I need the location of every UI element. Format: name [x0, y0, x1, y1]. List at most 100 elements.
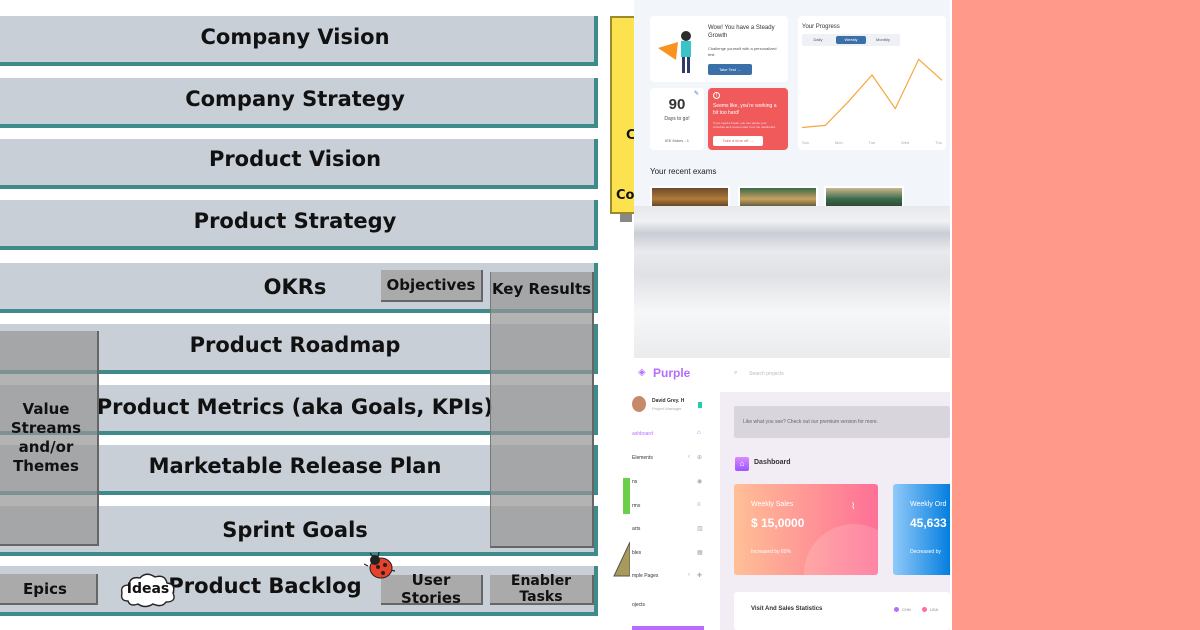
x-tick: Thu	[935, 140, 942, 145]
progress-card: Your Progress Daily Weekly Monthly Sun M…	[798, 16, 946, 150]
enabler-tasks-label: Enabler Tasks	[510, 573, 572, 605]
blurred-screenshot	[634, 206, 950, 358]
layer-label: Product Strategy	[193, 209, 397, 233]
stats-card: Visit And Sales Statistics CHN USA	[734, 592, 950, 630]
chart-line-icon: ⌇	[851, 501, 856, 511]
crosshair-icon: ⊕	[697, 455, 703, 461]
chart-x-axis: Sun Mon Tue Wed Thu	[802, 140, 942, 145]
stats-title: Visit And Sales Statistics	[751, 606, 823, 612]
weekly-orders-card: Weekly Ord 45,633 Decreased by	[893, 484, 950, 575]
sidebar-item-projects[interactable]: ojects	[632, 602, 645, 608]
progress-title: Your Progress	[802, 24, 840, 30]
weekly-sales-change: Increased by 60%	[751, 549, 792, 555]
growth-title: Wow! You have a Steady Growth	[708, 25, 775, 39]
user-role: Project Manager	[652, 406, 682, 411]
promo-text: Like what you see? Check out our premium…	[743, 419, 879, 425]
growth-text: Challenge yourself with a personalized t…	[708, 46, 777, 57]
table-icon: ▦	[697, 550, 703, 556]
page-title: Dashboard	[754, 459, 791, 466]
brand-logo[interactable]: Purple	[653, 366, 690, 380]
sidebar-button[interactable]	[632, 626, 704, 630]
user-stories-box: User Stories	[381, 571, 483, 607]
user-name: David Grey. H	[652, 398, 685, 404]
weekly-orders-value: 45,633	[910, 516, 947, 530]
key-results-label: Key Results	[491, 280, 592, 298]
weekly-sales-value: $ 15,0000	[751, 516, 805, 530]
sidebar-item-tables[interactable]: bles	[632, 550, 641, 556]
days-number: 90	[668, 96, 686, 113]
value-streams-label: Value Streams and/or Themes	[10, 399, 82, 475]
objectives-box: Objectives	[381, 270, 483, 302]
x-tick: Wed	[901, 140, 910, 145]
search-input[interactable]: Search projects	[749, 371, 784, 377]
alert-title: Seems like, you're working a bit too har…	[713, 103, 777, 116]
weekly-sales-card: Weekly Sales ⌇ $ 15,0000 Increased by 60…	[734, 484, 878, 575]
layer-label: Product Vision	[208, 147, 382, 171]
weekly-sales-label: Weekly Sales	[751, 501, 794, 508]
days-card: 90 Days to go! IEE Mains - 1 ✎	[650, 88, 704, 150]
medical-icon: ✚	[697, 573, 703, 579]
days-sub: IEE Mains - 1	[664, 138, 689, 143]
key-results-column: Key Results	[490, 272, 594, 548]
search-icon[interactable]: ⌕	[734, 370, 737, 377]
x-tick: Tue	[868, 140, 876, 145]
sidebar-item-charts[interactable]: arts	[632, 526, 640, 532]
sidebar-item-elements[interactable]: Elements	[632, 455, 653, 461]
admin-dashboard-screenshot: ◈ Purple ⌕ Search projects David Grey. H…	[630, 358, 950, 630]
exam-dashboard-screenshot: Wow! You have a Steady Growth Challenge …	[634, 0, 950, 210]
chart-icon: ▥	[697, 526, 703, 532]
epics-label: Epics	[23, 579, 67, 598]
objectives-label: Objectives	[386, 276, 476, 294]
legend-label: CHN	[902, 607, 911, 612]
ladybug-icon	[363, 551, 396, 580]
yellow-card-text: Co	[616, 188, 635, 203]
list-icon: ≡	[697, 502, 701, 508]
progress-tabs: Daily Weekly Monthly	[802, 34, 900, 46]
superhero-icon	[658, 31, 691, 73]
alert-icon: !	[713, 92, 720, 99]
legend-dot	[894, 607, 899, 612]
chevron-left-icon: ‹	[688, 454, 690, 460]
layer-label: Company Strategy	[185, 87, 405, 111]
alert-text: If you need a break, you can pause your …	[713, 121, 777, 129]
home-icon: ⌂	[697, 430, 701, 436]
time-off-button[interactable]: Take a time off →	[713, 136, 763, 146]
bookmark-icon	[698, 402, 702, 408]
brand-icon: ◈	[638, 367, 646, 378]
value-streams-column: Value Streams and/or Themes	[0, 331, 99, 546]
ideas-cloud: Ideas	[118, 571, 178, 609]
sidebar-item-icons[interactable]: ns	[632, 479, 637, 485]
enabler-tasks-box: Enabler Tasks	[490, 573, 594, 605]
tab-monthly[interactable]: Monthly	[868, 36, 898, 44]
chevron-left-icon: ‹	[688, 572, 690, 578]
ideas-label: Ideas	[126, 581, 170, 597]
progress-line-chart	[802, 58, 942, 129]
tab-weekly[interactable]: Weekly	[836, 36, 866, 44]
salmon-background	[952, 0, 1200, 630]
weekly-orders-label: Weekly Ord	[910, 501, 947, 508]
days-label: Days to go!	[664, 116, 690, 122]
sidebar-item-forms[interactable]: rms	[632, 503, 640, 509]
recent-exams-title: Your recent exams	[650, 167, 717, 176]
card-shadow	[620, 214, 632, 222]
home-icon: ⌂	[735, 457, 749, 471]
avatar[interactable]	[632, 396, 646, 412]
epics-box: Epics	[0, 574, 98, 605]
edit-icon[interactable]: ✎	[694, 90, 699, 97]
growth-card: Wow! You have a Steady Growth Challenge …	[650, 16, 788, 82]
user-stories-label: User Stories	[401, 571, 461, 607]
sidebar-item-sample-pages[interactable]: mple Pages	[632, 573, 658, 579]
weekly-orders-change: Decreased by	[910, 549, 941, 555]
legend-label: USA	[930, 607, 939, 612]
triangle-fragment	[612, 540, 632, 580]
sidebar-item-dashboard[interactable]: ashboard	[632, 431, 653, 437]
promo-banner: Like what you see? Check out our premium…	[734, 406, 950, 438]
take-test-button[interactable]: Take Test →	[708, 64, 752, 75]
tab-daily[interactable]: Daily	[804, 36, 832, 44]
x-tick: Sun	[802, 140, 810, 145]
legend-dot	[922, 607, 927, 612]
layer-label: Company Vision	[200, 25, 390, 49]
x-tick: Mon	[834, 140, 843, 145]
contact-icon: ◉	[697, 479, 703, 485]
alert-card: ! Seems like, you're working a bit too h…	[708, 88, 788, 150]
